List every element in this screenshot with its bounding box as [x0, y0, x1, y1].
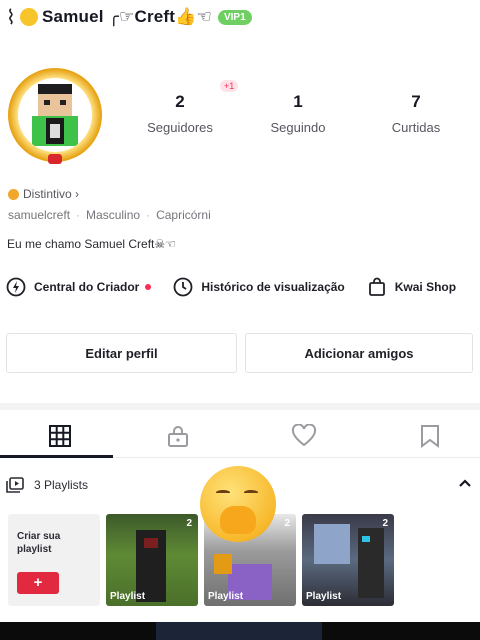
yawning-emoji-sticker: [200, 466, 276, 542]
separator-dot: ·: [146, 208, 151, 222]
avatar-image: [18, 78, 92, 152]
emoji-eye: [216, 490, 230, 495]
separator-dot: ·: [76, 208, 81, 222]
stat-value: 7: [411, 92, 421, 111]
top-bar: ⌇ Samuel ╭☞Creft👍☜ VIP1: [0, 0, 480, 34]
tab-saved[interactable]: [370, 414, 480, 458]
playlist-label: Playlist: [110, 591, 146, 602]
emoji-eye: [244, 490, 258, 495]
playlist-label: Playlist: [208, 591, 244, 602]
badge-label: Distintivo ›: [23, 187, 80, 201]
stat-following[interactable]: 1 Seguindo: [238, 92, 358, 135]
playlist-count: 2: [186, 518, 192, 529]
stat-likes[interactable]: 7 Curtidas: [356, 92, 476, 135]
stat-label: Curtidas: [391, 120, 441, 135]
lock-icon: [168, 426, 188, 447]
chevron-up-icon[interactable]: [458, 478, 472, 488]
stat-value: 2: [175, 92, 185, 111]
stat-label: Seguidores: [147, 120, 213, 135]
content-tabs: [0, 414, 480, 458]
playlists-count-label: 3 Playlists: [34, 478, 89, 492]
emoji-icon: [20, 8, 38, 26]
profile-stats: +1 2 Seguidores 1 Seguindo 7 Curtidas: [120, 80, 480, 152]
bottom-media-strip: [0, 622, 480, 640]
profile-meta: samuelcreft · Masculino · Capricórni: [8, 208, 211, 222]
section-divider: [0, 403, 480, 410]
playlist-card[interactable]: 2 Playlist: [106, 514, 198, 606]
playlist-count: 2: [284, 518, 290, 529]
stat-followers[interactable]: 2 Seguidores: [120, 92, 240, 135]
avatar-gem-icon: [48, 154, 62, 164]
gender: Masculino: [86, 208, 141, 222]
create-playlist-button[interactable]: +: [17, 572, 59, 594]
bio-text: Eu me chamo Samuel Creft☠☜: [7, 237, 176, 251]
handle: samuelcreft: [8, 208, 71, 222]
tab-videos[interactable]: [0, 414, 120, 458]
edit-profile-button[interactable]: Editar perfil: [6, 333, 237, 373]
media-segment: [156, 622, 322, 640]
playlist-icon: [6, 477, 24, 493]
bag-icon: [368, 277, 385, 296]
playlist-count: 2: [382, 518, 388, 529]
active-tab-indicator: [0, 455, 113, 458]
link-label: Central do Criador: [34, 280, 140, 294]
grid-icon: [49, 425, 71, 447]
notification-dot: [145, 284, 152, 290]
clock-icon: [173, 277, 193, 297]
stat-value: 1: [293, 92, 303, 111]
playlist-label: Playlist: [306, 591, 342, 602]
link-kwai-shop[interactable]: Kwai Shop: [367, 277, 456, 297]
tab-private[interactable]: [118, 414, 238, 458]
link-history[interactable]: Histórico de visualização: [173, 277, 345, 297]
badge-icon: [8, 188, 19, 200]
create-playlist-label: Criar sua playlist: [17, 531, 61, 555]
zodiac-sign: Capricórni: [156, 208, 211, 222]
quick-links: Central do Criador Histórico de visualiz…: [6, 274, 480, 300]
back-icon[interactable]: ⌇: [6, 5, 20, 29]
avatar[interactable]: [8, 68, 102, 166]
add-friends-button[interactable]: Adicionar amigos: [245, 333, 473, 373]
bookmark-icon: [421, 425, 439, 448]
username-title: Samuel ╭☞Creft👍☜: [42, 7, 212, 26]
tab-liked[interactable]: [244, 414, 364, 458]
stat-label: Seguindo: [270, 120, 326, 135]
link-label: Histórico de visualização: [201, 280, 345, 294]
link-creator-center[interactable]: Central do Criador: [6, 277, 152, 297]
emoji-hand: [220, 506, 256, 534]
badge-link[interactable]: Distintivo ›: [8, 187, 79, 201]
heart-icon: [291, 424, 317, 447]
link-label: Kwai Shop: [394, 280, 457, 294]
create-playlist-card[interactable]: Criar sua playlist +: [8, 514, 100, 606]
vip-badge[interactable]: VIP1: [217, 9, 252, 25]
bulb-icon: [6, 277, 26, 297]
playlist-card[interactable]: 2 Playlist: [302, 514, 394, 606]
new-follower-badge: +1: [220, 80, 239, 92]
